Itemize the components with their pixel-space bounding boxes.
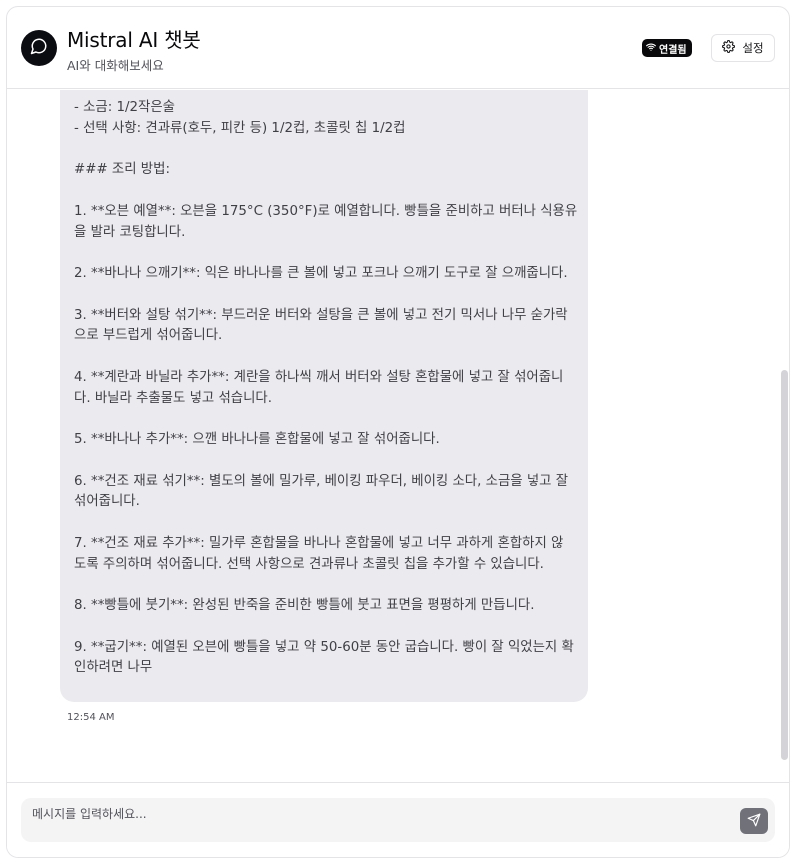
send-button[interactable] [740, 808, 768, 834]
message-timestamp: 12:54 AM [67, 712, 115, 723]
wifi-icon [646, 42, 656, 55]
settings-button-label: 설정 [742, 41, 764, 55]
message-list[interactable]: - 소금: 1/2작은술 - 선택 사항: 견과류(호두, 피칸 등) 1/2컵,… [7, 90, 789, 782]
message-line: 1. **오븐 예열**: 오븐을 175°C (350°F)로 예열합니다. … [74, 203, 578, 219]
message-line: 3. **버터와 설탕 섞기**: 부드러운 버터와 설탕을 큰 볼에 넣고 전… [74, 307, 568, 323]
message-line: - 소금: 1/2작은술 [74, 100, 176, 115]
assistant-message-bubble: - 소금: 1/2작은술 - 선택 사항: 견과류(호두, 피칸 등) 1/2컵,… [60, 90, 588, 702]
message-line: 도록 주의하며 섞어줍니다. 선택 사항으로 견과류나 초콜릿 칩을 추가할 수… [74, 556, 544, 572]
message-line: 다. 바닐라 추출물도 넣고 섞습니다. [74, 390, 273, 406]
message-line: 인하려면 나무 [74, 660, 153, 676]
message-line: 2. **바나나 으깨기**: 익은 바나나를 큰 볼에 넣고 포크나 으깨기 … [74, 266, 568, 281]
page-title: Mistral AI 챗봇 [67, 28, 201, 52]
send-icon [747, 812, 761, 831]
message-composer [7, 782, 789, 857]
gear-icon [722, 40, 736, 56]
chat-header: Mistral AI 챗봇 AI와 대화해보세요 연결됨 설정 [7, 7, 789, 89]
status-badge: 연결됨 [642, 39, 692, 57]
scrollbar[interactable] [781, 370, 788, 760]
status-badge-label: 연결됨 [659, 44, 687, 56]
message-line: 8. **빵틀에 붓기**: 완성된 반죽을 준비한 빵틀에 붓고 표면을 평평… [74, 598, 535, 613]
settings-button[interactable]: 설정 [711, 34, 775, 62]
message-line: 을 발라 코팅합니다. [74, 224, 186, 240]
message-line: 5. **바나나 추가**: 으깬 바나나를 혼합물에 넣고 잘 섞어줍니다. [74, 432, 440, 447]
message-line: 4. **계란과 바닐라 추가**: 계란을 하나씩 깨서 버터와 설탕 혼합물… [74, 369, 564, 385]
message-input-container [21, 798, 775, 842]
message-line: 으로 부드럽게 섞어줍니다. [74, 328, 223, 344]
message-line: 7. **건조 재료 추가**: 밀가루 혼합물을 바나나 혼합물에 넣고 너무… [74, 535, 564, 551]
avatar [21, 30, 57, 66]
page-subtitle: AI와 대화해보세요 [67, 58, 164, 73]
message-line: 섞어줍니다. [74, 494, 140, 510]
message-circle-icon [30, 37, 48, 59]
message-line: 9. **굽기**: 예열된 오븐에 빵틀을 넣고 약 50-60분 동안 굽습… [74, 639, 574, 655]
message-line: - 선택 사항: 견과류(호두, 피칸 등) 1/2컵, 초콜릿 칩 1/2컵 [74, 120, 406, 136]
message-line: ### 조리 방법: [74, 162, 170, 178]
chat-window: Mistral AI 챗봇 AI와 대화해보세요 연결됨 설정 - 소금: 1/… [6, 6, 790, 858]
message-line: 6. **건조 재료 섞기**: 별도의 볼에 밀가루, 베이킹 파우더, 베이… [74, 473, 569, 489]
message-input[interactable] [32, 807, 722, 821]
